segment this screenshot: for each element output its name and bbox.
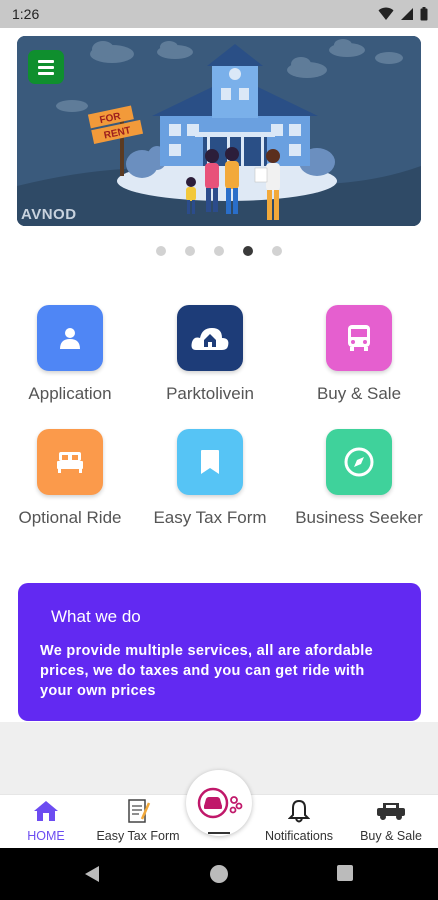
banner-illustration: FOR RENT xyxy=(17,36,421,226)
service-easy-tax-form[interactable]: Easy Tax Form xyxy=(140,429,280,528)
service-application[interactable]: Application xyxy=(0,305,140,404)
nav-label-notifications: Notifications xyxy=(264,829,334,843)
bookmark-icon xyxy=(177,429,243,495)
service-label: Application xyxy=(28,384,112,403)
service-label: Buy & Sale xyxy=(316,384,402,403)
nav-notifications[interactable]: Notifications xyxy=(258,795,340,849)
status-bar: 1:26 xyxy=(0,0,438,28)
menu-button[interactable] xyxy=(28,50,64,84)
home-cloud-icon xyxy=(177,305,243,371)
back-icon[interactable] xyxy=(84,865,100,883)
nav-label-buy-sale: Buy & Sale xyxy=(360,829,422,843)
carousel-indicator xyxy=(0,246,438,256)
nav-home[interactable]: HOME xyxy=(14,795,78,849)
service-buy-sale[interactable]: Buy & Sale xyxy=(280,305,438,404)
nav-label-tax: Easy Tax Form xyxy=(96,829,180,843)
signal-icon xyxy=(401,8,413,20)
status-time: 1:26 xyxy=(12,6,40,22)
card-text: We provide multiple services, all are af… xyxy=(40,643,373,699)
status-icons xyxy=(378,7,428,21)
service-optional-ride[interactable]: Optional Ride xyxy=(0,429,140,528)
card-title: What we do xyxy=(51,607,141,626)
nav-buy-sale[interactable]: Buy & Sale xyxy=(356,795,426,849)
service-label: Parktolivein xyxy=(166,384,254,403)
nav-easy-tax-form[interactable]: Easy Tax Form xyxy=(92,795,184,849)
carousel-dot[interactable] xyxy=(156,246,166,256)
service-parktolivein[interactable]: Parktolivein xyxy=(140,305,280,404)
wifi-icon xyxy=(378,7,394,20)
service-label: Business Seeker xyxy=(295,508,423,527)
home-icon xyxy=(32,797,60,825)
recents-icon[interactable] xyxy=(337,865,353,881)
carousel-dot[interactable] xyxy=(214,246,224,256)
what-we-do-card: What we do We provide multiple services,… xyxy=(18,583,421,721)
center-action-button[interactable] xyxy=(186,770,252,836)
service-label: Easy Tax Form xyxy=(153,508,267,527)
battery-icon xyxy=(420,7,428,21)
bed-icon xyxy=(37,429,103,495)
services-grid: Application Parktolivein Buy & Sale Opti… xyxy=(0,305,438,528)
nav-label-home: HOME xyxy=(27,829,65,843)
promo-banner[interactable]: FOR RENT xyxy=(17,36,421,226)
bell-icon xyxy=(288,797,310,825)
bus-icon xyxy=(326,305,392,371)
carousel-dot-active[interactable] xyxy=(243,246,253,256)
home-button-icon[interactable] xyxy=(210,865,228,883)
carousel-dot[interactable] xyxy=(272,246,282,256)
system-navigation-bar xyxy=(0,848,438,900)
car-share-icon xyxy=(197,787,243,819)
tax-form-icon xyxy=(125,797,151,825)
compass-icon xyxy=(326,429,392,495)
carousel-dot[interactable] xyxy=(185,246,195,256)
service-label: Optional Ride xyxy=(18,508,122,527)
banner-watermark: AVNOD xyxy=(21,206,77,223)
service-business-seeker[interactable]: Business Seeker xyxy=(280,429,438,528)
user-icon xyxy=(37,305,103,371)
center-indicator xyxy=(208,832,230,834)
car-sale-icon xyxy=(375,797,407,825)
